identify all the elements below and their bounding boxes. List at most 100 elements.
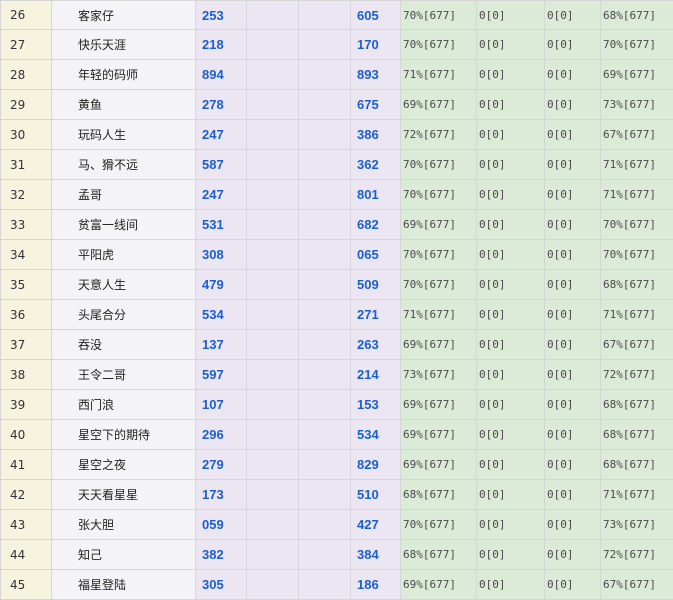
count-1-cell: 0[0] [476, 119, 545, 150]
player-name-cell: 平阳虎 [51, 239, 196, 270]
count-2-cell: 0[0] [544, 29, 601, 60]
row-number-cell: 37 [0, 329, 52, 360]
count-2-cell: 0[0] [544, 449, 601, 480]
count-2-cell: 0[0] [544, 329, 601, 360]
count-1-cell: 0[0] [476, 479, 545, 510]
empty-cell [298, 419, 351, 450]
row-number-cell: 28 [0, 59, 52, 90]
count-1-cell: 0[0] [476, 509, 545, 540]
empty-cell [246, 359, 299, 390]
count-1-cell: 0[0] [476, 0, 545, 30]
empty-cell [298, 449, 351, 480]
count-1-cell: 0[0] [476, 419, 545, 450]
value-2-cell: 534 [350, 419, 401, 450]
value-2-cell: 510 [350, 479, 401, 510]
count-1-cell: 0[0] [476, 239, 545, 270]
rate-1-cell: 68%[677] [400, 479, 477, 510]
value-1-cell: 107 [195, 389, 247, 420]
count-1-cell: 0[0] [476, 89, 545, 120]
rate-2-cell: 71%[677] [600, 179, 673, 210]
rate-1-cell: 72%[677] [400, 119, 477, 150]
empty-cell [298, 239, 351, 270]
empty-cell [246, 0, 299, 30]
player-name-cell: 快乐天涯 [51, 29, 196, 60]
empty-cell [298, 479, 351, 510]
row-number-cell: 41 [0, 449, 52, 480]
empty-cell [298, 269, 351, 300]
player-name-cell: 头尾合分 [51, 299, 196, 330]
row-number-cell: 35 [0, 269, 52, 300]
count-2-cell: 0[0] [544, 389, 601, 420]
count-2-cell: 0[0] [544, 239, 601, 270]
rate-1-cell: 69%[677] [400, 329, 477, 360]
rate-2-cell: 73%[677] [600, 509, 673, 540]
count-1-cell: 0[0] [476, 59, 545, 90]
count-2-cell: 0[0] [544, 209, 601, 240]
rate-1-cell: 70%[677] [400, 269, 477, 300]
count-2-cell: 0[0] [544, 509, 601, 540]
row-number-cell: 44 [0, 539, 52, 570]
count-1-cell: 0[0] [476, 329, 545, 360]
empty-cell [246, 59, 299, 90]
table-row: 29 黄鱼 278 675 69%[677] 0[0] 0[0] 73%[677] [0, 89, 673, 120]
rate-1-cell: 70%[677] [400, 239, 477, 270]
rate-1-cell: 71%[677] [400, 299, 477, 330]
table-row: 43 张大胆 059 427 70%[677] 0[0] 0[0] 73%[677] [0, 509, 673, 540]
value-1-cell: 137 [195, 329, 247, 360]
value-1-cell: 597 [195, 359, 247, 390]
count-2-cell: 0[0] [544, 299, 601, 330]
rate-2-cell: 67%[677] [600, 329, 673, 360]
table-row: 37 吞没 137 263 69%[677] 0[0] 0[0] 67%[677] [0, 329, 673, 360]
table-row: 45 福星登陆 305 186 69%[677] 0[0] 0[0] 67%[677] [0, 569, 673, 600]
value-2-cell: 829 [350, 449, 401, 480]
player-name-cell: 天意人生 [51, 269, 196, 300]
row-number-cell: 29 [0, 89, 52, 120]
value-2-cell: 682 [350, 209, 401, 240]
player-name-cell: 张大胆 [51, 509, 196, 540]
count-2-cell: 0[0] [544, 89, 601, 120]
value-1-cell: 382 [195, 539, 247, 570]
count-2-cell: 0[0] [544, 59, 601, 90]
rate-1-cell: 69%[677] [400, 449, 477, 480]
count-2-cell: 0[0] [544, 569, 601, 600]
value-2-cell: 893 [350, 59, 401, 90]
count-1-cell: 0[0] [476, 29, 545, 60]
empty-cell [246, 209, 299, 240]
value-1-cell: 305 [195, 569, 247, 600]
rate-1-cell: 69%[677] [400, 389, 477, 420]
table-row: 35 天意人生 479 509 70%[677] 0[0] 0[0] 68%[677] [0, 269, 673, 300]
table-row: 33 贫富一线间 531 682 69%[677] 0[0] 0[0] 70%[677] [0, 209, 673, 240]
value-2-cell: 675 [350, 89, 401, 120]
player-name-cell: 天天看星星 [51, 479, 196, 510]
value-2-cell: 271 [350, 299, 401, 330]
player-name-cell: 玩码人生 [51, 119, 196, 150]
rate-2-cell: 70%[677] [600, 209, 673, 240]
row-number-cell: 43 [0, 509, 52, 540]
rate-1-cell: 70%[677] [400, 509, 477, 540]
table-row: 41 星空之夜 279 829 69%[677] 0[0] 0[0] 68%[677] [0, 449, 673, 480]
count-2-cell: 0[0] [544, 479, 601, 510]
empty-cell [246, 449, 299, 480]
value-2-cell: 605 [350, 0, 401, 30]
rate-1-cell: 73%[677] [400, 359, 477, 390]
table-row: 28 年轻的码师 894 893 71%[677] 0[0] 0[0] 69%[677] [0, 59, 673, 90]
rate-1-cell: 68%[677] [400, 539, 477, 570]
empty-cell [246, 179, 299, 210]
row-number-cell: 34 [0, 239, 52, 270]
rate-2-cell: 68%[677] [600, 449, 673, 480]
empty-cell [246, 149, 299, 180]
value-1-cell: 173 [195, 479, 247, 510]
rate-2-cell: 68%[677] [600, 0, 673, 30]
rate-2-cell: 71%[677] [600, 299, 673, 330]
table-row: 32 孟哥 247 801 70%[677] 0[0] 0[0] 71%[677] [0, 179, 673, 210]
table-row: 36 头尾合分 534 271 71%[677] 0[0] 0[0] 71%[677] [0, 299, 673, 330]
empty-cell [298, 389, 351, 420]
row-number-cell: 30 [0, 119, 52, 150]
empty-cell [246, 29, 299, 60]
row-number-cell: 36 [0, 299, 52, 330]
count-1-cell: 0[0] [476, 359, 545, 390]
ranking-table: 26 客家仔 253 605 70%[677] 0[0] 0[0] 68%[677] 27 快乐天… [0, 0, 673, 600]
value-2-cell: 427 [350, 509, 401, 540]
value-1-cell: 247 [195, 179, 247, 210]
value-2-cell: 065 [350, 239, 401, 270]
